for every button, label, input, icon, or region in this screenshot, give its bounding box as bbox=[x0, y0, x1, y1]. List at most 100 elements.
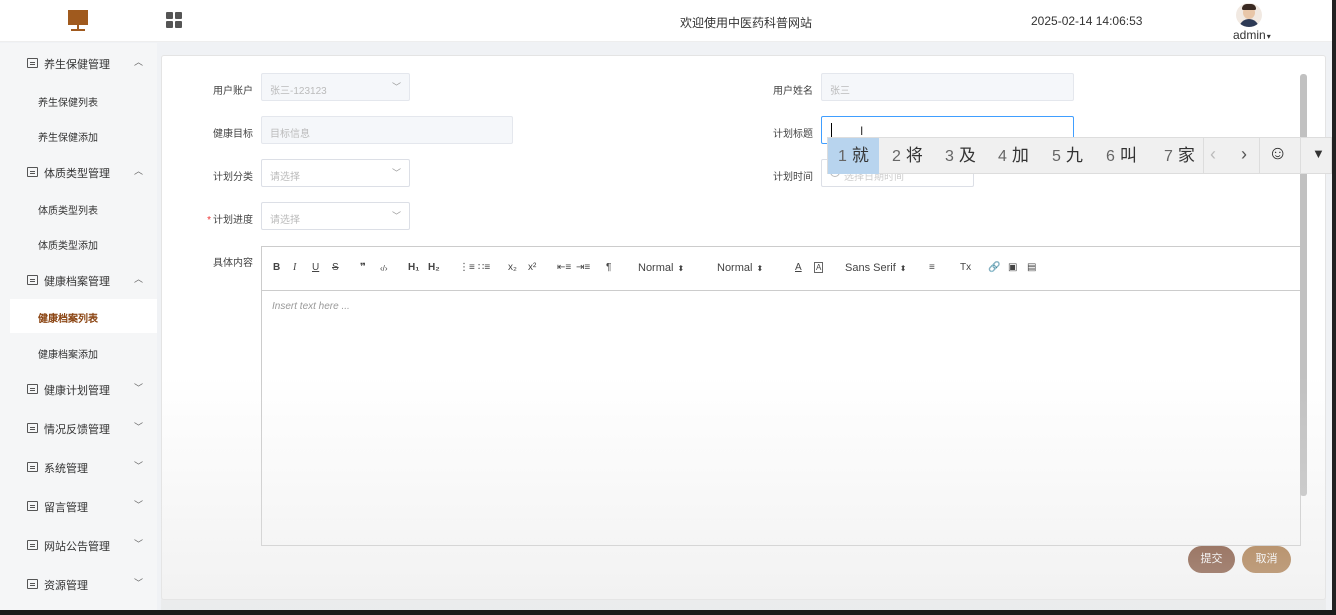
ime-candidate[interactable]: 4加 bbox=[988, 138, 1039, 174]
strike-button[interactable]: S bbox=[332, 262, 339, 273]
background-color-button[interactable]: A bbox=[814, 262, 824, 273]
rich-text-editor[interactable]: B I U S ❞ ‹/› H₁ H₂ ⋮≡ ∷≡ x₂ x² ⇤≡ ⇥≡ ¶ … bbox=[261, 246, 1301, 546]
size-select[interactable]: Normal ⬍ bbox=[717, 262, 763, 274]
bullet-list-icon[interactable]: ∷≡ bbox=[478, 262, 490, 273]
sidebar-item-health-records-list[interactable]: 健康档案列表 bbox=[10, 299, 157, 333]
plan-category-placeholder: 请选择 bbox=[270, 172, 300, 183]
underline-button[interactable]: U bbox=[312, 262, 319, 273]
emoji-icon[interactable]: ☺ bbox=[1268, 143, 1287, 165]
outdent-icon[interactable]: ⇤≡ bbox=[557, 262, 571, 273]
chevron-up-icon: ︿ bbox=[134, 166, 144, 176]
sidebar-group-label: 情况反馈管理 bbox=[44, 424, 110, 436]
heading2-button[interactable]: H₂ bbox=[428, 262, 440, 273]
cancel-button[interactable]: 取消 bbox=[1242, 546, 1291, 573]
sidebar-group-system[interactable]: 系统管理 ﹀ bbox=[0, 448, 157, 486]
content-label: 具体内容 bbox=[213, 258, 253, 269]
ime-candidate[interactable]: 1就 bbox=[828, 138, 879, 174]
chevron-down-icon: ﹀ bbox=[134, 578, 144, 588]
sidebar-item-constitution-add[interactable]: 体质类型添加 bbox=[0, 226, 157, 260]
bold-button[interactable]: B bbox=[273, 262, 280, 273]
sidebar-group-notices[interactable]: 网站公告管理 ﹀ bbox=[0, 526, 157, 564]
chevron-down-icon: ﹀ bbox=[134, 383, 144, 393]
sidebar-group-label: 系统管理 bbox=[44, 463, 88, 475]
submit-button[interactable]: 提交 bbox=[1188, 546, 1235, 573]
health-goal-label: 健康目标 bbox=[213, 129, 253, 140]
direction-button[interactable]: ¶ bbox=[606, 262, 611, 273]
plan-category-select[interactable]: 请选择 ﹀ bbox=[261, 159, 410, 187]
editor-toolbar: B I U S ❞ ‹/› H₁ H₂ ⋮≡ ∷≡ x₂ x² ⇤≡ ⇥≡ ¶ … bbox=[262, 247, 1300, 291]
ime-next-icon[interactable]: › bbox=[1241, 144, 1247, 165]
plan-progress-placeholder: 请选择 bbox=[270, 215, 300, 226]
sidebar-group-constitution[interactable]: 体质类型管理 ︿ bbox=[0, 153, 157, 191]
sidebar-group-label: 留言管理 bbox=[44, 502, 88, 514]
sidebar-group-health-care[interactable]: 养生保健管理 ︿ bbox=[0, 44, 157, 82]
resource-icon bbox=[27, 579, 38, 589]
sidebar-group-label: 养生保健管理 bbox=[44, 59, 110, 71]
sidebar-group-health-plan[interactable]: 健康计划管理 ﹀ bbox=[0, 370, 157, 408]
font-select[interactable]: Sans Serif ⬍ bbox=[845, 262, 906, 274]
user-account-value: 张三-123123 bbox=[270, 86, 327, 97]
ime-candidate[interactable]: 7家 bbox=[1154, 138, 1205, 174]
sidebar-item-health-records-add[interactable]: 健康档案添加 bbox=[0, 335, 157, 369]
folder-icon bbox=[27, 275, 38, 285]
blockquote-button[interactable]: ❞ bbox=[360, 262, 366, 273]
sidebar-item-constitution-list[interactable]: 体质类型列表 bbox=[0, 191, 157, 225]
plan-progress-select[interactable]: 请选择 ﹀ bbox=[261, 202, 410, 230]
sidebar-group-resources[interactable]: 资源管理 ﹀ bbox=[0, 565, 157, 603]
plan-category-label: 计划分类 bbox=[213, 172, 253, 183]
user-account-label: 用户账户 bbox=[213, 86, 253, 97]
link-icon[interactable]: 🔗 bbox=[988, 262, 1000, 273]
sidebar-item-health-care-list[interactable]: 养生保健列表 bbox=[0, 83, 157, 117]
header-select-value: Normal bbox=[638, 262, 674, 274]
header-select[interactable]: Normal ⬍ bbox=[638, 262, 684, 274]
settings-icon bbox=[27, 462, 38, 472]
heading1-button[interactable]: H₁ bbox=[408, 262, 419, 273]
window-bottom-edge bbox=[0, 610, 1336, 615]
ime-candidate[interactable]: 2将 bbox=[882, 138, 933, 174]
chevron-down-icon: ﹀ bbox=[134, 461, 144, 471]
code-block-button[interactable]: ‹/› bbox=[380, 264, 388, 273]
sidebar-group-messages[interactable]: 留言管理 ﹀ bbox=[0, 487, 157, 525]
ime-candidate[interactable]: 3及 bbox=[935, 138, 986, 174]
sidebar-group-feedback[interactable]: 情况反馈管理 ﹀ bbox=[0, 409, 157, 447]
italic-button[interactable]: I bbox=[293, 262, 296, 273]
avatar[interactable] bbox=[1236, 3, 1262, 27]
image-icon[interactable]: ▣ bbox=[1008, 262, 1017, 273]
chevron-down-icon: ﹀ bbox=[391, 168, 401, 178]
user-menu[interactable]: admin▾ bbox=[1233, 28, 1271, 42]
ordered-list-icon[interactable]: ⋮≡ bbox=[459, 262, 475, 273]
top-bar: 欢迎使用中医药科普网站 2025-02-14 14:06:53 admin▾ bbox=[0, 0, 1336, 42]
updown-icon: ⬍ bbox=[899, 264, 907, 273]
sidebar-group-label: 资源管理 bbox=[44, 580, 88, 592]
user-name-value: 张三 bbox=[830, 86, 850, 97]
sidebar-group-health-records[interactable]: 健康档案管理 ︿ bbox=[0, 261, 157, 299]
superscript-button[interactable]: x² bbox=[528, 262, 536, 273]
ime-prev-icon[interactable]: ‹ bbox=[1210, 144, 1216, 165]
align-icon[interactable]: ≡ bbox=[929, 262, 935, 273]
sidebar-group-label: 健康计划管理 bbox=[44, 385, 110, 397]
ime-candidate[interactable]: 5九 bbox=[1042, 138, 1093, 174]
ime-candidate-bar: 1就 2将 3及 4加 5九 6叫 7家 ‹ › ☺ ▼ bbox=[827, 137, 1332, 174]
sidebar-group-label: 健康档案管理 bbox=[44, 276, 110, 288]
ime-separator bbox=[1203, 138, 1204, 174]
sidebar-group-label: 体质类型管理 bbox=[44, 168, 110, 180]
chevron-down-icon: ﹀ bbox=[391, 82, 401, 92]
ime-candidate[interactable]: 6叫 bbox=[1096, 138, 1147, 174]
sidebar-item-label: 健康档案添加 bbox=[38, 350, 98, 361]
sidebar-item-label: 体质类型添加 bbox=[38, 241, 98, 252]
plan-time-label: 计划时间 bbox=[773, 172, 813, 183]
text-color-button[interactable]: A bbox=[795, 262, 802, 273]
ime-more-icon[interactable]: ▼ bbox=[1312, 146, 1325, 161]
sidebar: 养生保健管理 ︿ 养生保健列表 养生保健添加 体质类型管理 ︿ 体质类型列表 体… bbox=[0, 43, 157, 610]
plan-title-label: 计划标题 bbox=[773, 129, 813, 140]
indent-icon[interactable]: ⇥≡ bbox=[576, 262, 590, 273]
updown-icon: ⬍ bbox=[756, 264, 764, 273]
sidebar-item-health-care-add[interactable]: 养生保健添加 bbox=[0, 118, 157, 152]
chevron-down-icon: ﹀ bbox=[391, 211, 401, 221]
sidebar-item-label: 养生保健添加 bbox=[38, 133, 98, 144]
video-icon[interactable]: ▤ bbox=[1027, 262, 1036, 273]
clear-format-button[interactable]: Tx bbox=[960, 262, 971, 273]
text-cursor bbox=[831, 123, 832, 137]
updown-icon: ⬍ bbox=[677, 264, 685, 273]
subscript-button[interactable]: x₂ bbox=[508, 262, 517, 273]
